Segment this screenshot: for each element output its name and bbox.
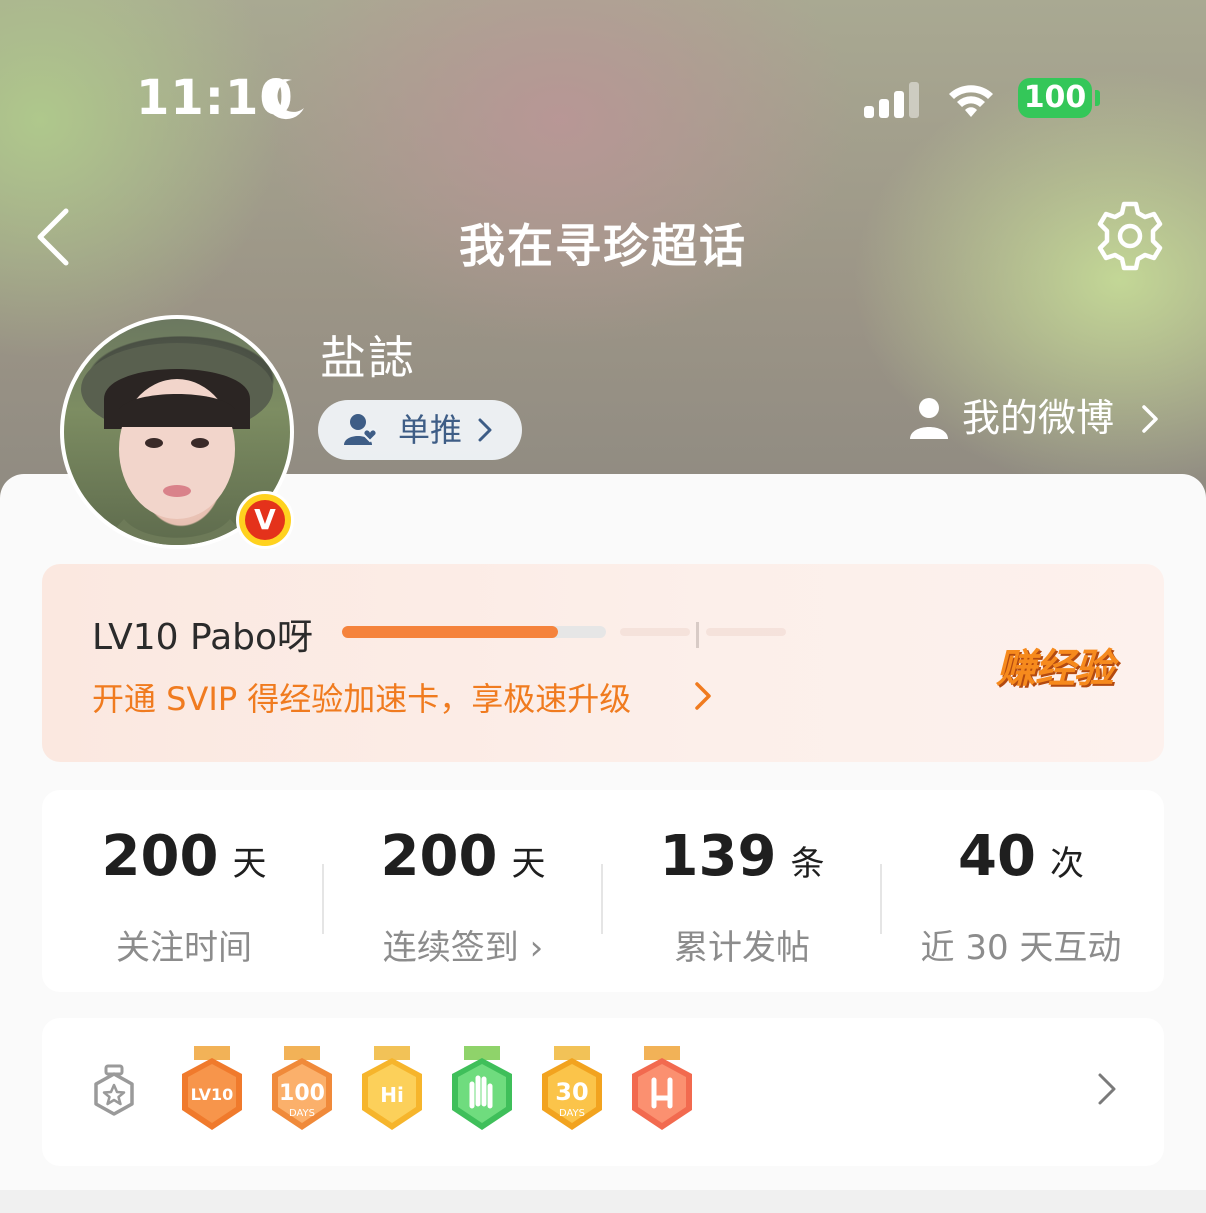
30-days-medal: 30 DAYS — [542, 1046, 602, 1130]
tag-pill-button[interactable]: 单推 — [318, 400, 522, 460]
chevron-right-icon — [695, 682, 711, 710]
earn-exp-button[interactable]: 赚经验 — [996, 636, 1114, 694]
stat-label: 累计发帖 — [674, 928, 810, 968]
stat-unit: 条 — [790, 844, 825, 884]
medal-label: Hi — [380, 1083, 404, 1107]
wifi-icon — [949, 85, 993, 117]
tag-pill-label: 单推 — [398, 411, 463, 449]
cellular-signal-icon — [864, 82, 919, 118]
medal-label: 30 — [555, 1078, 588, 1106]
rock-hand-medal — [632, 1046, 692, 1130]
hi-medal: Hi — [362, 1046, 422, 1130]
battery-nub — [1095, 90, 1100, 106]
medal-label: DAYS — [559, 1108, 585, 1119]
page-title: 我在寻珍超话 — [459, 219, 747, 273]
medal-star-icon — [94, 1064, 134, 1116]
medal-label: 100 — [279, 1081, 325, 1106]
blurred-progress-marks — [620, 622, 786, 648]
person-icon — [910, 398, 948, 439]
stat-divider — [322, 864, 324, 934]
stat-label: 连续签到 › — [382, 928, 544, 968]
status-bar: 11:10 100 — [0, 60, 1206, 140]
level-progress-bar — [342, 626, 606, 638]
verified-badge: V — [236, 491, 294, 549]
chevron-right-icon — [478, 418, 492, 442]
svip-promo-link[interactable]: 开通 SVIP 得经验加速卡，享极速升级 — [92, 674, 631, 720]
username: 盐誌 — [320, 331, 416, 385]
stat-unit: 次 — [1049, 844, 1084, 884]
stat-unit: 天 — [232, 844, 267, 884]
level-progress-fill — [342, 626, 559, 638]
stats-card: 200 天 关注时间 200 天 连续签到 › 139 条 累计发帖 40 次 近 30… — [42, 790, 1164, 992]
stat-divider — [601, 864, 603, 934]
stat-label: 近 30 天互动 — [920, 928, 1122, 968]
stat-unit: 天 — [511, 844, 546, 884]
stat-value: 200 — [380, 824, 498, 889]
battery-icon: 100 — [1018, 78, 1092, 118]
100-days-medal: 100 DAYS — [272, 1046, 332, 1130]
stat-value: 40 — [958, 824, 1036, 889]
stat-follow-time: 200 天 关注时间 — [44, 790, 324, 992]
stat-value: 139 — [659, 824, 777, 889]
person-heart-icon — [344, 414, 378, 445]
hand-wave-medal — [452, 1046, 512, 1130]
stat-divider — [880, 864, 882, 934]
verified-v-icon: V — [245, 500, 285, 540]
moon-icon — [266, 79, 304, 120]
my-weibo-label: 我的微博 — [962, 396, 1115, 440]
medal-label: DAYS — [289, 1108, 315, 1119]
stat-value: 200 — [101, 824, 219, 889]
level-text: LV10 Pabo呀 — [92, 617, 314, 658]
bottom-divider — [0, 1190, 1206, 1213]
gear-icon[interactable] — [1094, 200, 1166, 272]
medal-label: LV10 — [191, 1085, 234, 1104]
stat-label: 关注时间 — [116, 928, 252, 968]
stat-total-posts: 139 条 累计发帖 — [602, 790, 882, 992]
chevron-right-icon[interactable] — [1094, 1072, 1120, 1106]
lv10-medal: LV10 — [182, 1046, 242, 1130]
stat-interactions: 40 次 近 30 天互动 — [881, 790, 1161, 992]
chevron-right-icon — [1142, 405, 1158, 433]
stat-checkin-streak[interactable]: 200 天 连续签到 › — [323, 790, 603, 992]
